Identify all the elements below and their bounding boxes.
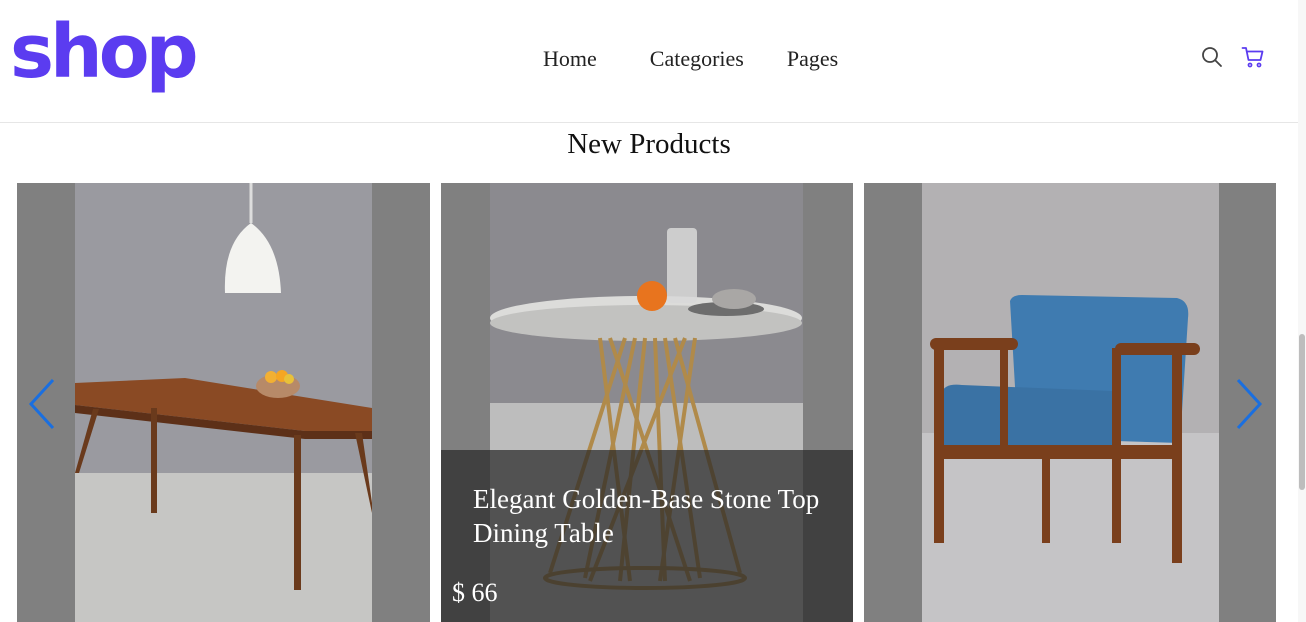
product-image-wooden-table <box>75 183 372 622</box>
chevron-left-icon[interactable] <box>27 378 57 430</box>
logo[interactable]: shop <box>10 12 199 92</box>
nav-home[interactable]: Home <box>543 44 597 74</box>
product-image-armchair <box>922 183 1219 622</box>
nav-categories[interactable]: Categories <box>650 44 744 74</box>
chevron-right-icon[interactable] <box>1234 378 1264 430</box>
site-header: shop Home Categories Pages <box>0 0 1298 123</box>
search-button[interactable] <box>1199 44 1225 70</box>
nav-pages[interactable]: Pages <box>787 44 838 74</box>
product-name[interactable]: Elegant Golden-Base Stone Top Dining Tab… <box>473 482 843 550</box>
main-nav: Home Categories Pages <box>543 44 838 74</box>
scrollbar[interactable] <box>1298 0 1306 622</box>
product-card[interactable]: Elegant Golden-Base Stone Top Dining Tab… <box>441 183 853 622</box>
search-icon <box>1202 47 1222 67</box>
section-title: New Products <box>567 128 731 160</box>
product-card[interactable] <box>17 183 430 622</box>
product-price: $ 66 <box>452 578 498 607</box>
scrollbar-thumb[interactable] <box>1299 334 1305 490</box>
cart-button[interactable] <box>1240 44 1266 70</box>
cart-icon <box>1241 47 1264 68</box>
product-card[interactable] <box>864 183 1276 622</box>
product-overlay: Elegant Golden-Base Stone Top Dining Tab… <box>441 450 853 622</box>
